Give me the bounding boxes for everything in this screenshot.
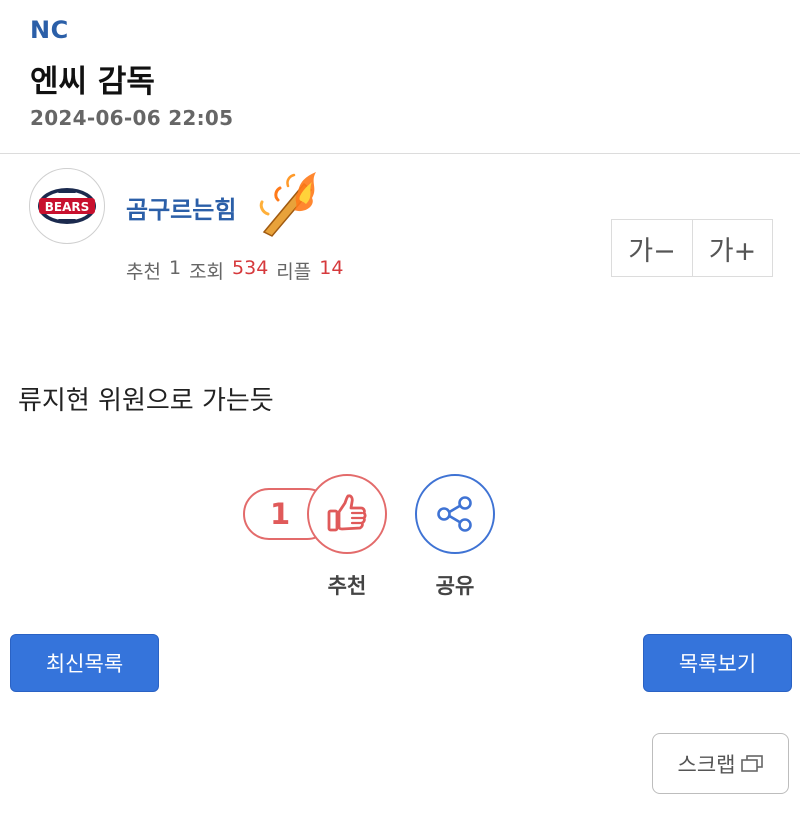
recommend-label: 추천	[327, 574, 367, 598]
bears-logo-icon: BEARS	[38, 188, 96, 224]
share-label: 공유	[435, 574, 475, 598]
post-title: 엔씨 감독	[30, 64, 155, 100]
share-icon	[437, 496, 472, 532]
recommend-count: 1	[270, 497, 291, 531]
font-increase-button[interactable]: 가+	[692, 220, 772, 276]
post-category[interactable]: NC	[30, 16, 69, 44]
author-name[interactable]: 곰구르는힘	[126, 190, 236, 225]
fire-bat-badge-icon	[259, 172, 316, 237]
views-stat-label: 조회	[189, 261, 225, 283]
scrap-button[interactable]: 스크랩	[652, 733, 789, 794]
recommend-stat-label: 추천	[126, 261, 161, 283]
recommend-button[interactable]	[307, 474, 387, 554]
post-date: 2024-06-06 22:05	[30, 106, 234, 130]
recommend-stat-value: 1	[168, 257, 182, 279]
thumbs-up-icon	[327, 494, 367, 532]
avatar[interactable]: BEARS	[29, 168, 105, 244]
post-stats: 추천 1 조회 534 리플 14	[126, 257, 343, 284]
post-body: 류지현 위원으로 가는듯	[18, 386, 274, 416]
avatar-text: BEARS	[45, 200, 90, 214]
views-stat-value: 534	[232, 257, 269, 279]
font-size-controls: 가− 가+	[611, 219, 773, 277]
scrap-label: 스크랩	[677, 752, 736, 777]
header-divider	[0, 153, 800, 154]
replies-stat-label: 리플	[276, 261, 312, 283]
scrap-icon	[741, 754, 764, 772]
replies-stat-value: 14	[319, 257, 344, 279]
share-button[interactable]	[415, 474, 495, 554]
font-decrease-button[interactable]: 가−	[612, 220, 692, 276]
latest-list-button[interactable]: 최신목록	[10, 634, 159, 692]
view-list-button[interactable]: 목록보기	[643, 634, 792, 692]
